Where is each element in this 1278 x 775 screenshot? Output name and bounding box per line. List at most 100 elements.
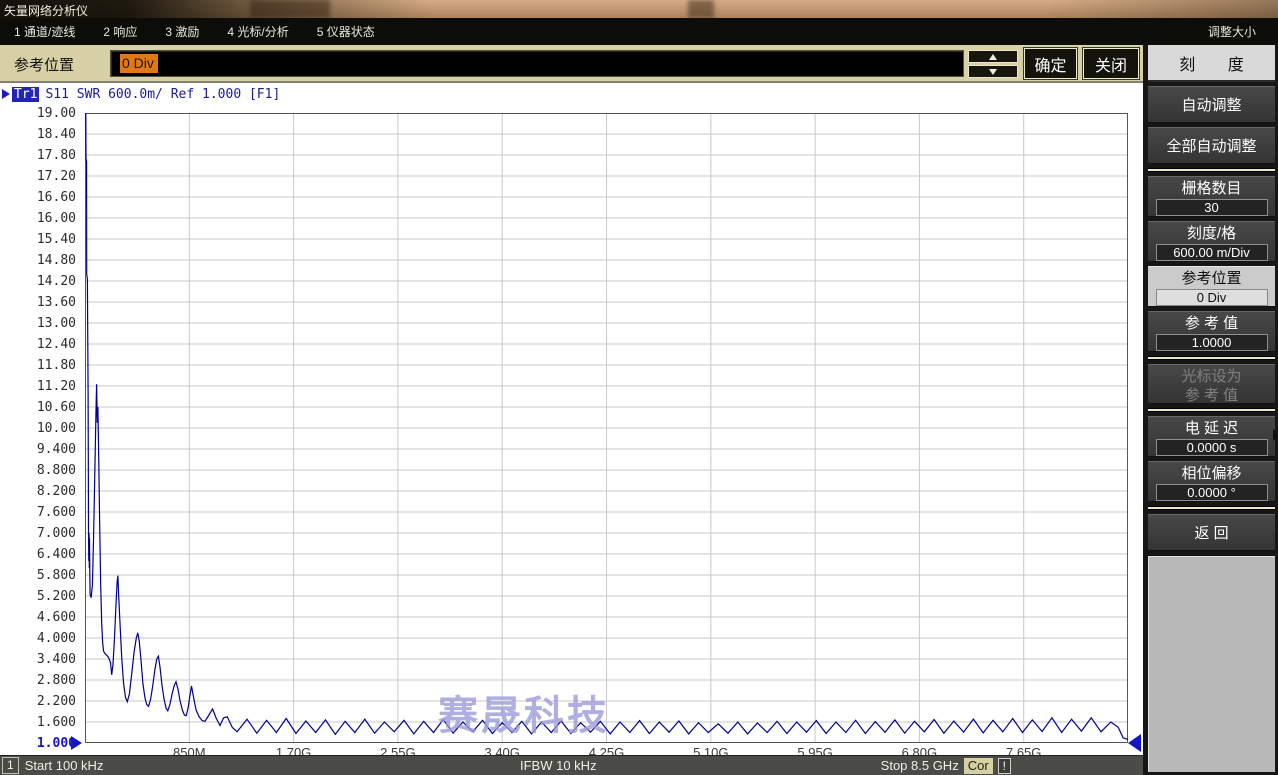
y-tick: 17.80: [0, 149, 76, 162]
menu-item-4[interactable]: 4 光标/分析: [213, 18, 302, 45]
titlebar-artifact: [688, 0, 714, 18]
menu-item-3[interactable]: 3 激励: [151, 18, 213, 45]
step-up-button[interactable]: [968, 50, 1018, 63]
reference-marker-right-icon: [1128, 734, 1141, 752]
sidebar-title: 刻 度: [1148, 45, 1275, 82]
y-tick: 11.80: [0, 359, 76, 372]
softkey-光标设为: 光标设为参 考 值: [1148, 364, 1275, 404]
active-trace-arrow-icon: [2, 89, 10, 99]
close-button[interactable]: 关闭: [1083, 48, 1139, 79]
y-tick: 5.200: [0, 590, 76, 603]
softkey-value: 30: [1156, 199, 1268, 216]
y-tick: 9.400: [0, 443, 76, 456]
softkey-label: 参 考 值: [1148, 314, 1275, 333]
chart-window: Tr1 S11 SWR 600.0m/ Ref 1.000 [F1] 19.00…: [0, 82, 1143, 755]
sidebar-items: 自动调整全部自动调整栅格数目30刻度/格600.00 m/Div参考位置0 Di…: [1148, 86, 1275, 551]
channel-badge: 1: [2, 757, 19, 774]
softkey-value: 600.00 m/Div: [1156, 244, 1268, 261]
y-tick: 2.800: [0, 674, 76, 687]
softkey-参考位置[interactable]: 参考位置0 Div: [1148, 266, 1275, 307]
menu-item-1[interactable]: 1 通道/迹线: [0, 18, 89, 45]
softkey-栅格数目[interactable]: 栅格数目30: [1148, 176, 1275, 217]
reference-position-input[interactable]: 0 Div: [110, 50, 964, 77]
y-tick: 13.60: [0, 296, 76, 309]
step-down-button[interactable]: [968, 65, 1018, 78]
softkey-label: 电 延 迟: [1148, 419, 1275, 438]
y-tick: 18.40: [0, 128, 76, 141]
trace-name-chip: Tr1: [12, 87, 39, 102]
correction-badge: Cor: [964, 758, 993, 774]
y-tick: 10.60: [0, 401, 76, 414]
submenu-arrow-icon: [1273, 429, 1278, 441]
sidebar-separator: [1148, 356, 1275, 360]
menu-item-2[interactable]: 2 响应: [89, 18, 151, 45]
y-tick: 17.20: [0, 170, 76, 183]
softkey-刻度/格[interactable]: 刻度/格600.00 m/Div: [1148, 221, 1275, 262]
status-bar: 1 Start 100 kHz IFBW 10 kHz Stop 8.5 GHz…: [0, 755, 1145, 775]
trace-settings-text: S11 SWR 600.0m/ Ref 1.000 [F1]: [45, 87, 280, 102]
softkey-label: 参考位置: [1148, 269, 1275, 288]
y-tick: 11.20: [0, 380, 76, 393]
softkey-value: 1.0000: [1156, 334, 1268, 351]
value-stepper: [968, 50, 1018, 78]
y-tick: 6.400: [0, 548, 76, 561]
menu-items: 1 通道/迹线2 响应3 激励4 光标/分析5 仪器状态: [0, 18, 389, 45]
menu-bar: 1 通道/迹线2 响应3 激励4 光标/分析5 仪器状态 调整大小: [0, 18, 1278, 45]
stop-frequency-text: Stop 8.5 GHz: [881, 758, 959, 773]
y-tick: 4.600: [0, 611, 76, 624]
softkey-label: 刻度/格: [1148, 224, 1275, 243]
y-tick: 8.200: [0, 485, 76, 498]
y-tick: 14.80: [0, 254, 76, 267]
y-tick: 14.20: [0, 275, 76, 288]
y-tick: 4.000: [0, 632, 76, 645]
softkey-自动调整[interactable]: 自动调整: [1148, 86, 1275, 123]
input-selected-value: 0 Div: [120, 54, 158, 73]
titlebar-shade: [0, 0, 1278, 18]
plot-area[interactable]: [85, 113, 1128, 743]
y-tick: 19.00: [0, 107, 76, 120]
ok-button[interactable]: 确定: [1024, 48, 1077, 79]
start-frequency-text: Start 100 kHz: [25, 758, 104, 773]
menu-item-5[interactable]: 5 仪器状态: [303, 18, 389, 45]
softkey-参考值[interactable]: 参 考 值1.0000: [1148, 311, 1275, 352]
sidebar-empty-panel: [1148, 556, 1275, 772]
y-tick: 13.00: [0, 317, 76, 330]
sidebar-separator: [1148, 506, 1275, 510]
y-tick: 12.40: [0, 338, 76, 351]
y-tick: 5.800: [0, 569, 76, 582]
entry-label: 参考位置: [14, 54, 74, 75]
sidebar-separator: [1148, 408, 1275, 412]
softkey-label: 栅格数目: [1148, 179, 1275, 198]
ifbw-text: IFBW 10 kHz: [520, 758, 597, 773]
y-tick: 2.200: [0, 695, 76, 708]
trace-header[interactable]: Tr1 S11 SWR 600.0m/ Ref 1.000 [F1]: [2, 86, 280, 102]
y-tick: 3.400: [0, 653, 76, 666]
y-tick: 7.000: [0, 527, 76, 540]
window-title: 矢量网络分析仪: [4, 2, 88, 19]
vendor-watermark: 赛晟科技: [438, 683, 610, 741]
y-tick: 15.40: [0, 233, 76, 246]
softkey-返回[interactable]: 返 回: [1148, 514, 1275, 551]
vna-application: 矢量网络分析仪 1 通道/迹线2 响应3 激励4 光标/分析5 仪器状态 调整大…: [0, 0, 1278, 775]
softkey-label: 相位偏移: [1148, 464, 1275, 483]
softkey-相位偏移[interactable]: 相位偏移0.0000 °: [1148, 461, 1275, 502]
softkey-sidebar: 刻 度 自动调整全部自动调整栅格数目30刻度/格600.00 m/Div参考位置…: [1143, 45, 1278, 775]
warning-badge: !: [998, 758, 1011, 774]
y-tick: 8.800: [0, 464, 76, 477]
entry-toolbar: 参考位置 0 Div 确定 关闭: [0, 45, 1143, 82]
y-tick: 16.60: [0, 191, 76, 204]
y-tick: 10.00: [0, 422, 76, 435]
stop-group: Stop 8.5 GHz Cor !: [881, 758, 1011, 774]
title-bar[interactable]: 矢量网络分析仪: [0, 0, 1278, 18]
softkey-value: 0.0000 °: [1156, 484, 1268, 501]
softkey-value: 0.0000 s: [1156, 439, 1268, 456]
reference-marker-left-icon: [71, 736, 82, 750]
menu-item-resize[interactable]: 调整大小: [1194, 18, 1270, 45]
titlebar-artifact: [250, 0, 330, 18]
softkey-全部自动调整[interactable]: 全部自动调整: [1148, 127, 1275, 164]
softkey-电延迟[interactable]: 电 延 迟0.0000 s: [1148, 416, 1275, 457]
y-tick: 16.00: [0, 212, 76, 225]
softkey-value: 0 Div: [1156, 289, 1268, 306]
y-tick: 1.600: [0, 716, 76, 729]
y-tick: 7.600: [0, 506, 76, 519]
